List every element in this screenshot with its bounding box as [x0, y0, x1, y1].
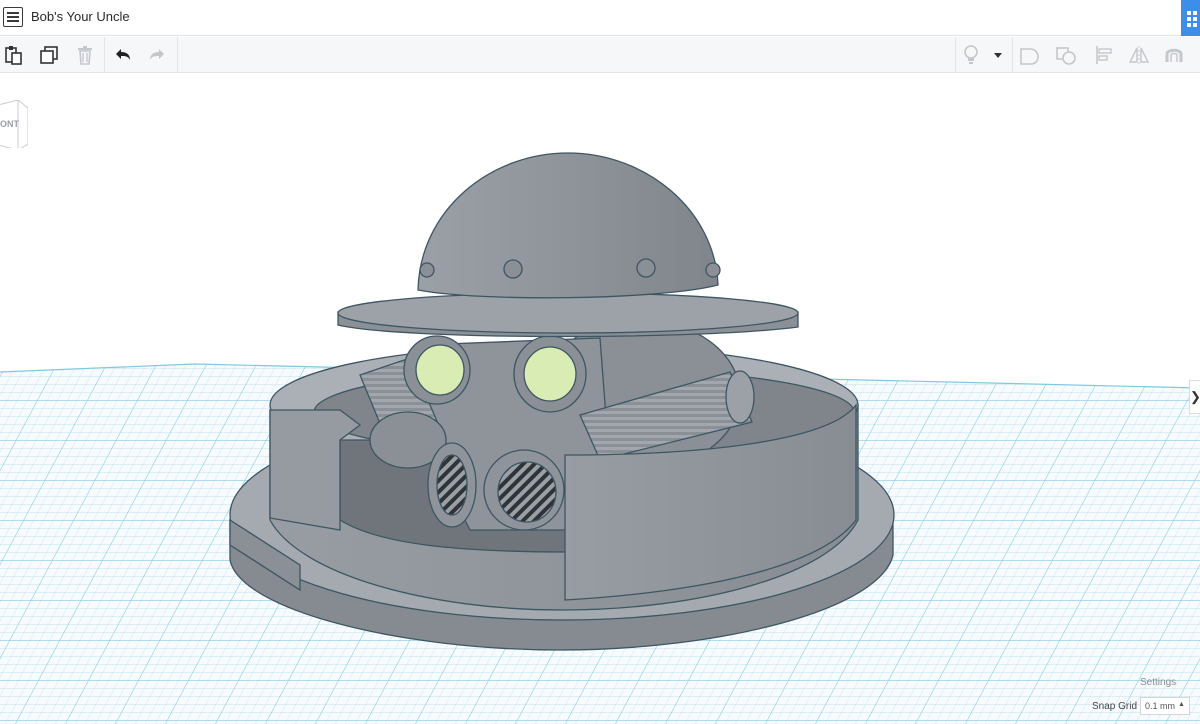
paste-button[interactable]: [0, 41, 28, 69]
redo-icon: [150, 49, 164, 60]
group-icon: [1020, 48, 1039, 65]
magnet-icon: [1165, 48, 1183, 62]
gasmask-helmet-model[interactable]: [229, 152, 895, 651]
align-button[interactable]: [1090, 41, 1118, 69]
notes-dropdown[interactable]: [986, 41, 1010, 69]
design-menu-icon[interactable]: [3, 7, 23, 27]
delete-button[interactable]: [71, 41, 99, 69]
view-cube-face-label: ONT: [0, 119, 19, 129]
ungroup-button[interactable]: [1052, 41, 1080, 69]
group-button[interactable]: [1016, 41, 1044, 69]
snap-grid-label: Snap Grid: [1092, 701, 1138, 712]
shapes-panel-toggle[interactable]: ❯: [1189, 380, 1200, 414]
settings-link[interactable]: Settings: [1140, 677, 1176, 688]
apps-grid-icon: [1187, 11, 1197, 27]
toolbar-divider: [955, 37, 956, 73]
redo-button[interactable]: [143, 41, 171, 69]
undo-button[interactable]: [109, 41, 137, 69]
cruise-button[interactable]: [1160, 41, 1188, 69]
duplicate-button[interactable]: [35, 41, 63, 69]
toolbar-divider: [1012, 37, 1013, 73]
title-bar: Bob's Your Uncle: [0, 0, 1200, 36]
edit-toolbar: [0, 37, 1200, 73]
workplane-viewport[interactable]: [0, 73, 1200, 724]
snap-grid-caret-icon: ▲: [1178, 701, 1185, 708]
workplane-scene[interactable]: [0, 73, 1200, 724]
paste-icon: [5, 46, 22, 65]
undo-icon: [116, 49, 130, 60]
duplicate-icon: [40, 46, 58, 64]
dropdown-caret-icon: [994, 53, 1002, 58]
delete-icon: [78, 46, 92, 65]
mirror-icon: [1128, 46, 1150, 64]
align-icon: [1096, 46, 1112, 64]
mirror-button[interactable]: [1125, 41, 1153, 69]
toolbar-divider: [177, 37, 178, 73]
notes-button[interactable]: [957, 41, 985, 69]
lightbulb-icon: [964, 45, 978, 64]
toolbar-divider: [104, 37, 105, 73]
ungroup-icon: [1056, 47, 1076, 65]
design-title[interactable]: Bob's Your Uncle: [31, 9, 130, 24]
apps-grid-button[interactable]: [1181, 0, 1200, 36]
